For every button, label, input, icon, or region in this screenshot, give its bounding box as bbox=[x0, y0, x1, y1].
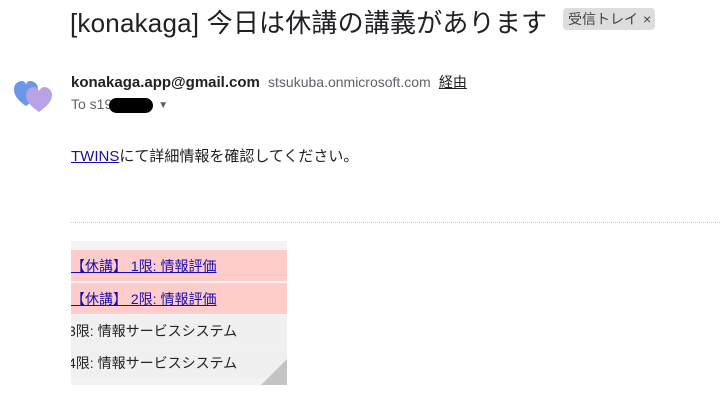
preview-row-2: 【休講】 2限: 情報評価 bbox=[71, 283, 287, 314]
email-subject: [konakaga] 今日は休講の講義があります bbox=[70, 8, 548, 38]
email-body: TWINSにて詳細情報を確認してください。 bbox=[71, 145, 358, 166]
page-fold-corner bbox=[261, 359, 287, 385]
chevron-down-icon[interactable]: ▼ bbox=[158, 100, 168, 111]
preview-row-text: 【休講】 1限: 情報評価 bbox=[71, 257, 217, 274]
via-domain: stsukuba.onmicrosoft.com bbox=[268, 74, 431, 90]
hearts-avatar-icon[interactable] bbox=[12, 76, 54, 116]
preview-row-4: 4限: 情報サービスシステム bbox=[71, 347, 287, 378]
recipient-line: To s19 ▼ bbox=[71, 96, 168, 113]
recipient-prefix: To s19 bbox=[71, 96, 113, 112]
inbox-label-chip[interactable]: 受信トレイ × bbox=[563, 8, 656, 30]
preview-row-3: 3限: 情報サービスシステム bbox=[71, 315, 287, 346]
preview-row-text: 【休講】 2限: 情報評価 bbox=[71, 290, 217, 307]
redaction-mark bbox=[109, 97, 154, 113]
preview-row-text: 4限: 情報サービスシステム bbox=[71, 354, 238, 371]
inbox-label-text: 受信トレイ bbox=[568, 11, 638, 27]
divider bbox=[71, 222, 720, 223]
sender-email[interactable]: konakaga.app@gmail.com bbox=[71, 74, 260, 91]
close-icon[interactable]: × bbox=[643, 11, 651, 27]
schedule-preview-image[interactable]: 【休講】 1限: 情報評価 【休講】 2限: 情報評価 3限: 情報サービスシス… bbox=[71, 241, 287, 385]
preview-row-1: 【休講】 1限: 情報評価 bbox=[71, 250, 287, 281]
body-text: にて詳細情報を確認してください。 bbox=[119, 148, 359, 165]
preview-row-text: 3限: 情報サービスシステム bbox=[71, 322, 238, 339]
twins-link[interactable]: TWINS bbox=[71, 148, 119, 165]
via-link[interactable]: 経由 bbox=[439, 74, 467, 90]
sender-line: konakaga.app@gmail.com stsukuba.onmicros… bbox=[71, 72, 467, 92]
